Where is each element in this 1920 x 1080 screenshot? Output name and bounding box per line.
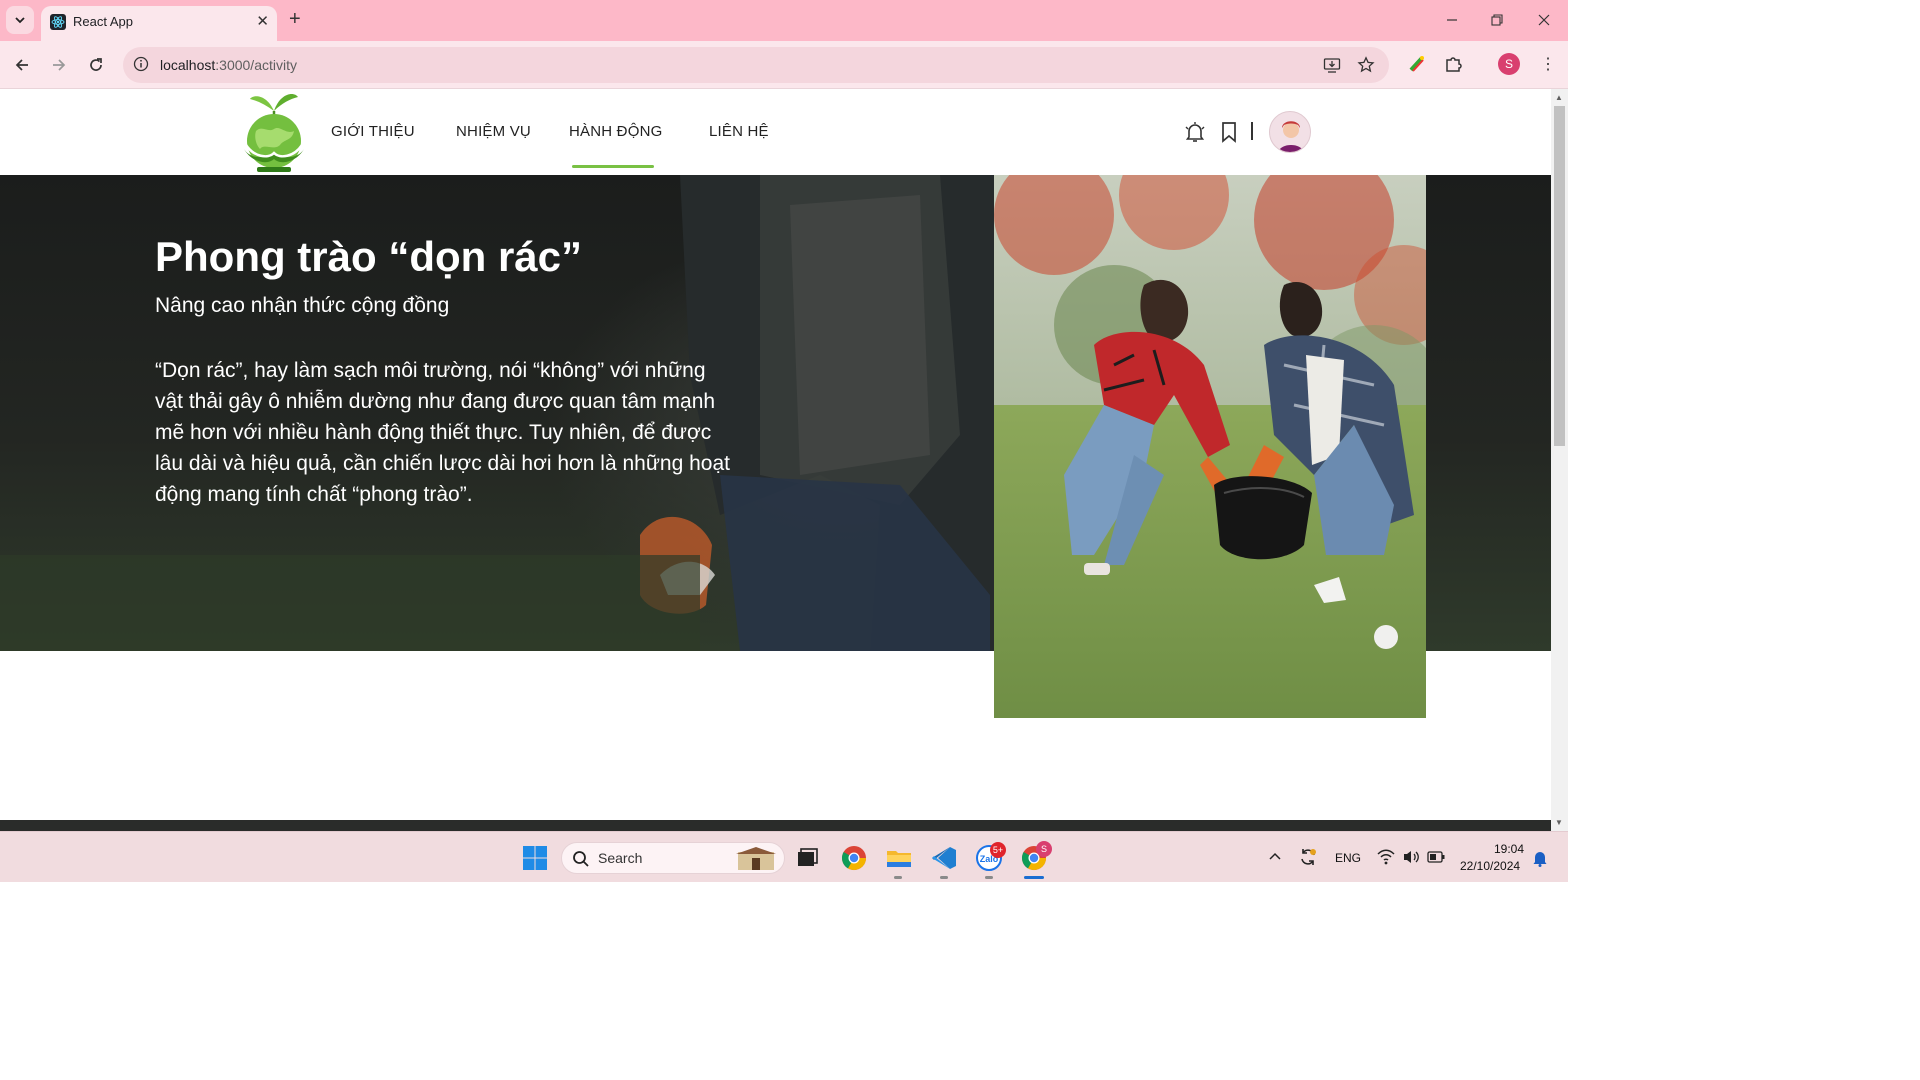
puzzle-icon[interactable] [1444,54,1464,74]
minimize-icon[interactable] [1442,10,1462,30]
windows-icon[interactable] [521,844,549,872]
browser-toolbar: localhost:3000/activity S ⋮ [0,41,1568,89]
next-section-edge [0,820,1551,831]
site-header: GIỚI THIỆU NHIỆM VỤ HÀNH ĐỘNG LIÊN HỆ [0,89,1551,175]
tab-search-button[interactable] [6,6,34,34]
tab-title: React App [73,14,133,29]
language-indicator[interactable]: ENG [1335,851,1361,865]
header-divider [1251,122,1253,140]
taskbar: Search Zalo 5+ S ENG 19:04 22/10/2024 [0,831,1568,882]
plus-icon[interactable]: + [289,9,301,29]
hero-description: “Dọn rác”, hay làm sạch môi trường, nói … [155,359,730,506]
avatar[interactable] [1269,111,1311,153]
hero-subtitle: Nâng cao nhận thức cộng đồng [155,294,450,317]
url-text: localhost:3000/activity [160,57,297,73]
chrome-profile-badge: S [1036,841,1052,857]
vscode-icon[interactable] [930,844,958,872]
chrome-active-indicator [1024,876,1044,879]
chrome-icon[interactable] [840,844,868,872]
nav-nhiem-vu[interactable]: NHIỆM VỤ [456,123,531,140]
restore-icon[interactable] [1487,10,1507,30]
forward-icon[interactable] [47,53,71,77]
reload-icon[interactable] [84,53,108,77]
browser-tab[interactable]: React App ✕ [41,6,277,41]
extension-icon[interactable] [1407,54,1427,74]
close-icon[interactable]: ✕ [256,13,269,31]
web-page: GIỚI THIỆU NHIỆM VỤ HÀNH ĐỘNG LIÊN HỆ Ph… [0,89,1551,831]
hero-title: Phong trào “dọn rác” [155,233,583,280]
cleanup-photo [994,175,1426,718]
info-icon[interactable] [133,56,149,72]
react-icon [50,14,66,30]
battery-icon[interactable] [1427,850,1445,864]
scroll-thumb[interactable] [1554,106,1565,446]
search-highlight-icon [736,847,776,870]
install-icon[interactable] [1323,56,1341,74]
browser-tab-bar: React App ✕ + [0,0,1568,41]
vscode-running-indicator [940,876,948,879]
chevron-up-icon[interactable] [1268,850,1282,864]
dropdown-icon [15,17,25,24]
clock-time[interactable]: 19:04 [1494,842,1524,856]
bell-icon[interactable] [1183,120,1207,144]
menu-icon[interactable]: ⋮ [1540,53,1556,77]
back-icon[interactable] [10,53,34,77]
task-view-icon[interactable] [793,844,821,872]
wifi-icon[interactable] [1377,849,1395,865]
star-icon[interactable] [1357,56,1375,74]
nav-lien-he[interactable]: LIÊN HỆ [709,123,769,140]
zalo-badge: 5+ [990,842,1006,858]
scroll-up-icon[interactable]: ▲ [1555,93,1563,102]
search-label: Search [598,850,643,866]
page-scrollbar[interactable]: ▲ ▼ [1551,89,1568,831]
window-close-icon[interactable] [1534,10,1554,30]
active-nav-indicator [572,165,654,168]
profile-avatar[interactable]: S [1498,53,1520,75]
notification-icon[interactable] [1532,849,1548,867]
clock-date[interactable]: 22/10/2024 [1460,859,1520,873]
logo[interactable] [238,89,310,173]
bookmark-icon[interactable] [1219,120,1239,144]
volume-icon[interactable] [1402,849,1420,865]
search-icon [573,851,589,867]
nav-hanh-dong[interactable]: HÀNH ĐỘNG [569,123,662,140]
taskbar-search[interactable]: Search [561,842,785,874]
folder-icon[interactable] [885,844,913,872]
folder-running-indicator [894,876,902,879]
sync-icon[interactable] [1298,847,1318,867]
address-bar[interactable]: localhost:3000/activity [123,47,1389,83]
zalo-running-indicator [985,876,993,879]
nav-gioi-thieu[interactable]: GIỚI THIỆU [331,123,415,140]
scroll-down-icon[interactable]: ▼ [1555,818,1563,827]
